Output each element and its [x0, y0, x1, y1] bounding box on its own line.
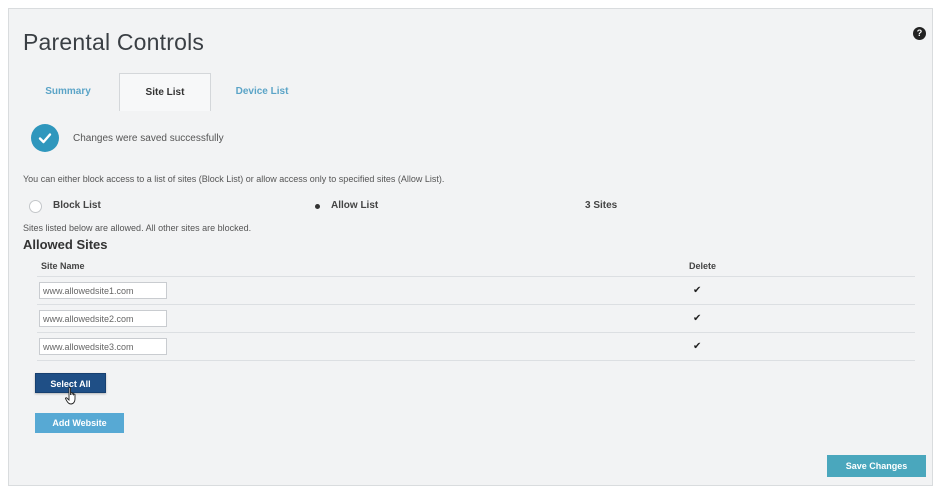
block-list-radio[interactable]	[29, 200, 42, 213]
site-name-input[interactable]	[39, 282, 167, 299]
block-list-label: Block List	[53, 200, 101, 211]
table-row: ✔	[37, 333, 915, 361]
list-mode-selector: Block List Allow List 3 Sites	[29, 199, 649, 215]
allow-list-label: Allow List	[331, 200, 379, 211]
column-site-name: Site Name	[41, 261, 85, 271]
allow-list-note: Sites listed below are allowed. All othe…	[23, 223, 252, 233]
tab-site-list[interactable]: Site List	[119, 73, 211, 111]
parental-controls-panel: Parental Controls ? Summary Site List De…	[8, 8, 933, 486]
delete-checkbox[interactable]: ✔	[693, 313, 701, 324]
table-header: Site Name Delete	[37, 257, 915, 277]
success-text: Changes were saved successfully	[73, 132, 224, 144]
save-changes-button[interactable]: Save Changes	[827, 455, 926, 477]
tab-summary[interactable]: Summary	[23, 73, 113, 111]
column-delete: Delete	[689, 261, 717, 271]
table-row: ✔	[37, 305, 915, 333]
sites-table: Site Name Delete ✔ ✔ ✔	[37, 257, 915, 361]
site-count: 3 Sites	[585, 200, 618, 211]
success-message: Changes were saved successfully	[31, 123, 224, 153]
site-name-input[interactable]	[39, 338, 167, 355]
tab-device-list[interactable]: Device List	[217, 73, 307, 111]
add-website-button[interactable]: Add Website	[35, 413, 124, 433]
table-row: ✔	[37, 277, 915, 305]
site-name-input[interactable]	[39, 310, 167, 327]
page-title: Parental Controls	[23, 29, 205, 55]
check-circle-icon	[31, 124, 59, 152]
allow-list-radio[interactable]	[311, 200, 324, 213]
question-icon[interactable]: ?	[913, 27, 926, 40]
section-title: Allowed Sites	[23, 237, 108, 252]
delete-checkbox[interactable]: ✔	[693, 285, 701, 296]
hand-cursor-icon	[65, 387, 76, 405]
intro-text: You can either block access to a list of…	[23, 174, 445, 184]
delete-checkbox[interactable]: ✔	[693, 341, 701, 352]
